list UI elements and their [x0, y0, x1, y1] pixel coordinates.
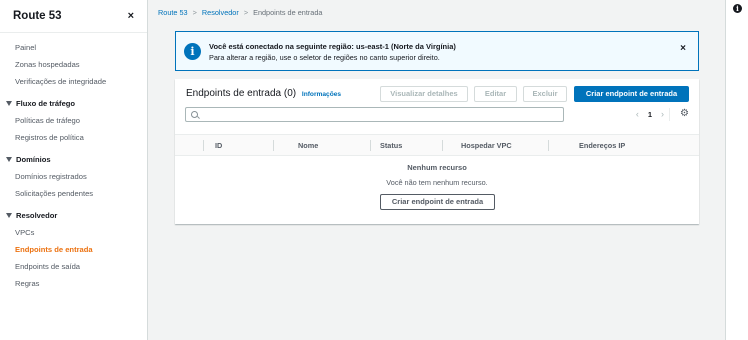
- delete-button[interactable]: Excluir: [523, 86, 567, 102]
- create-endpoint-button[interactable]: Criar endpoint de entrada: [574, 86, 689, 102]
- chevron-right-icon[interactable]: ›: [661, 109, 664, 119]
- column-divider: [548, 140, 549, 151]
- breadcrumb: Route 53 > Resolvedor > Endpoints de ent…: [158, 8, 322, 17]
- endpoints-panel: Endpoints de entrada (0) Informações Vis…: [175, 79, 699, 224]
- edit-button[interactable]: Editar: [474, 86, 517, 102]
- panel-count: (0): [283, 88, 297, 99]
- column-divider: [370, 140, 371, 151]
- create-endpoint-empty-button[interactable]: Criar endpoint de entrada: [380, 194, 495, 210]
- sidebar-title: Route 53: [13, 10, 62, 22]
- sidebar-section-label: Resolvedor: [16, 211, 58, 220]
- alert-title: Você está conectado na seguinte região: …: [209, 42, 456, 51]
- sidebar-section-dominios[interactable]: Domínios: [0, 151, 147, 168]
- pagination: ‹ 1 ›: [636, 109, 664, 119]
- column-header-nome[interactable]: Nome: [298, 141, 318, 150]
- info-link[interactable]: Informações: [302, 91, 341, 98]
- sidebar-item-verificacoes-integridade[interactable]: Verificações de integridade: [0, 73, 147, 90]
- empty-state-title: Nenhum recurso: [407, 163, 467, 172]
- sidebar-item-solicitacoes-pendentes[interactable]: Solicitações pendentes: [0, 185, 147, 202]
- info-icon[interactable]: i: [733, 4, 742, 13]
- page-number[interactable]: 1: [648, 110, 652, 119]
- chevron-right-icon: >: [192, 8, 197, 17]
- breadcrumb-route53[interactable]: Route 53: [158, 8, 188, 17]
- column-header-id[interactable]: ID: [215, 141, 222, 150]
- column-divider: [442, 140, 443, 151]
- caret-down-icon: [6, 213, 12, 218]
- info-icon: i: [184, 43, 201, 60]
- sidebar-item-dominios-registrados[interactable]: Domínios registrados: [0, 168, 147, 185]
- sidebar-section-label: Fluxo de tráfego: [16, 99, 76, 108]
- panel-title: Endpoints de entrada (0) Informações: [186, 88, 341, 99]
- sidebar-item-vpcs[interactable]: VPCs: [0, 224, 147, 241]
- gear-icon[interactable]: ⚙: [680, 109, 689, 119]
- region-alert: i Você está conectado na seguinte região…: [175, 31, 699, 71]
- caret-down-icon: [6, 101, 12, 106]
- sidebar: Route 53 × Painel Zonas hospedadas Verif…: [0, 0, 148, 340]
- column-divider: [273, 140, 274, 151]
- breadcrumb-resolvedor[interactable]: Resolvedor: [202, 8, 239, 17]
- sidebar-nav: Painel Zonas hospedadas Verificações de …: [0, 33, 147, 292]
- search-icon: [191, 111, 198, 118]
- table-header: ID Nome Status Hospedar VPC Endereços IP: [175, 134, 699, 156]
- empty-state-text: Você não tem nenhum recurso.: [386, 178, 488, 187]
- sidebar-item-zonas-hospedadas[interactable]: Zonas hospedadas: [0, 56, 147, 73]
- column-header-enderecos-ip[interactable]: Endereços IP: [579, 141, 625, 150]
- caret-down-icon: [6, 157, 12, 162]
- sidebar-item-politicas-trafego[interactable]: Políticas de tráfego: [0, 112, 147, 129]
- alert-text: Para alterar a região, use o seletor de …: [209, 53, 440, 62]
- sidebar-item-regras[interactable]: Regras: [0, 275, 147, 292]
- column-header-hospedar-vpc[interactable]: Hospedar VPC: [461, 141, 512, 150]
- search-input[interactable]: [202, 108, 557, 121]
- column-divider: [203, 140, 204, 151]
- sidebar-section-resolvedor[interactable]: Resolvedor: [0, 207, 147, 224]
- breadcrumb-current: Endpoints de entrada: [253, 8, 323, 17]
- sidebar-section-label: Domínios: [16, 155, 51, 164]
- sidebar-section-fluxo-trafego[interactable]: Fluxo de tráfego: [0, 95, 147, 112]
- sidebar-item-endpoints-entrada[interactable]: Endpoints de entrada: [0, 241, 147, 258]
- sidebar-header: Route 53 ×: [0, 0, 147, 33]
- column-header-status[interactable]: Status: [380, 141, 402, 150]
- main-content: Route 53 > Resolvedor > Endpoints de ent…: [148, 0, 725, 340]
- sidebar-item-painel[interactable]: Painel: [0, 39, 147, 56]
- chevron-right-icon: >: [243, 8, 249, 17]
- sidebar-item-registros-politica[interactable]: Registros de política: [0, 129, 147, 146]
- close-icon[interactable]: ×: [128, 10, 134, 22]
- close-icon[interactable]: ×: [680, 43, 686, 54]
- divider: [669, 108, 670, 121]
- view-details-button[interactable]: Visualizar detalhes: [380, 86, 468, 102]
- right-rail: i: [725, 0, 748, 340]
- sidebar-item-endpoints-saida[interactable]: Endpoints de saída: [0, 258, 147, 275]
- panel-title-text: Endpoints de entrada: [186, 88, 282, 99]
- chevron-left-icon[interactable]: ‹: [636, 109, 639, 119]
- search-box: [185, 107, 564, 122]
